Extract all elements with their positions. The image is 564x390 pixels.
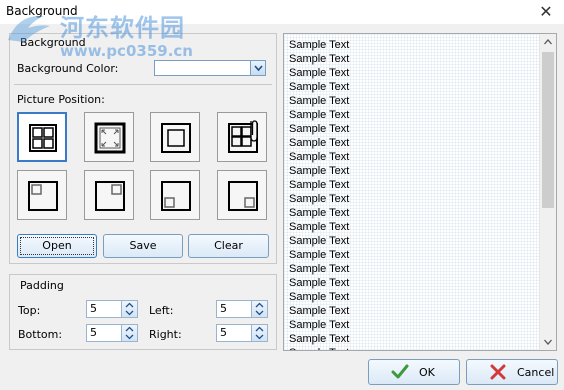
close-icon[interactable]: ✕ (532, 1, 560, 23)
sample-text-line: Sample Text (289, 39, 350, 51)
sample-text-line: Sample Text (289, 263, 350, 275)
chevron-down-icon[interactable] (250, 61, 265, 75)
bottom-value: 5 (90, 326, 97, 339)
top-label: Top: (18, 304, 41, 317)
top-value: 5 (90, 302, 97, 315)
position-top-right-button[interactable] (84, 170, 134, 220)
position-top-left-button[interactable] (17, 170, 67, 220)
save-button-label: Save (129, 239, 157, 252)
scrollbar-thumb[interactable] (542, 52, 554, 208)
position-tile-button[interactable] (17, 112, 67, 162)
right-spinner[interactable]: 5 (216, 324, 268, 342)
ok-button[interactable]: OK (368, 359, 460, 385)
sample-text-line: Sample Text (289, 291, 350, 303)
position-bottom-left-button[interactable] (150, 170, 200, 220)
vertical-scrollbar[interactable] (539, 34, 556, 350)
padding-group-title: Padding (20, 279, 64, 292)
sample-text-line: Sample Text (289, 193, 350, 205)
tile-icon (29, 124, 57, 152)
check-icon (391, 364, 409, 379)
center-icon (161, 123, 191, 153)
position-center-button[interactable] (150, 112, 200, 162)
sample-text-line: Sample Text (289, 235, 350, 247)
sample-text-line: Sample Text (289, 305, 350, 317)
left-spinner[interactable]: 5 (216, 300, 268, 318)
sample-text-line: Sample Text (289, 67, 350, 79)
open-button-label: Open (42, 239, 72, 252)
sample-text-line: Sample Text (289, 277, 350, 289)
spin-arrows-icon[interactable] (251, 301, 267, 317)
bottom-left-icon (161, 181, 191, 211)
cancel-button-label: Cancel (517, 366, 555, 379)
position-bottom-right-button[interactable] (217, 170, 267, 220)
sample-text-line: Sample Text (289, 53, 350, 65)
top-right-icon (95, 181, 125, 211)
sample-text-line: Sample Text (289, 123, 350, 135)
background-color-combo[interactable] (154, 60, 266, 76)
sample-text-line: Sample Text (289, 207, 350, 219)
picture-position-label: Picture Position: (17, 93, 105, 106)
sample-text-line: Sample Text (289, 249, 350, 261)
sample-text-line: Sample Text (289, 221, 350, 233)
sample-text-line: Sample Text (289, 95, 350, 107)
left-label: Left: (149, 304, 174, 317)
position-stretch-button[interactable] (84, 112, 134, 162)
preview-pane[interactable]: Sample Text Sample Text Sample Text Sample … (283, 33, 557, 351)
divider (14, 84, 272, 85)
bottom-label: Bottom: (18, 328, 63, 341)
background-color-label: Background Color: (17, 62, 119, 75)
save-button[interactable]: Save (103, 234, 183, 258)
scroll-up-icon[interactable] (540, 34, 556, 50)
clear-button[interactable]: Clear (188, 234, 269, 258)
bottom-right-icon (228, 181, 258, 211)
right-value: 5 (220, 326, 227, 339)
sample-text-line: Sample Text (289, 137, 350, 149)
window-title: Background (6, 4, 78, 18)
open-button[interactable]: Open (17, 234, 97, 258)
sample-text-line: Sample Text (289, 179, 350, 191)
clip-icon (228, 120, 258, 153)
title-bar: Background ✕ (0, 0, 564, 24)
stretch-icon (94, 122, 126, 154)
top-left-icon (28, 181, 58, 211)
cancel-button[interactable]: Cancel (466, 359, 558, 385)
sample-text-list: Sample Text Sample Text Sample Text Sample … (289, 38, 350, 350)
sample-text-line: Sample Text (289, 151, 350, 163)
clear-button-label: Clear (214, 239, 243, 252)
sample-text-line: Sample Text (289, 346, 349, 350)
ok-button-label: OK (419, 366, 435, 379)
left-value: 5 (220, 302, 227, 315)
spin-arrows-icon[interactable] (121, 325, 137, 341)
scroll-down-icon[interactable] (540, 334, 556, 350)
bottom-spinner[interactable]: 5 (86, 324, 138, 342)
sample-text-line: Sample Text (289, 81, 350, 93)
spin-arrows-icon[interactable] (251, 325, 267, 341)
top-spinner[interactable]: 5 (86, 300, 138, 318)
spin-arrows-icon[interactable] (121, 301, 137, 317)
right-label: Right: (149, 328, 182, 341)
sample-text-line: Sample Text (289, 333, 350, 345)
sample-text-line: Sample Text (289, 165, 350, 177)
cross-icon (490, 364, 506, 380)
sample-text-line: Sample Text (289, 319, 350, 331)
sample-text-line: Sample Text (289, 109, 350, 121)
background-group-title: Background (20, 36, 86, 49)
position-clip-button[interactable] (217, 112, 267, 162)
